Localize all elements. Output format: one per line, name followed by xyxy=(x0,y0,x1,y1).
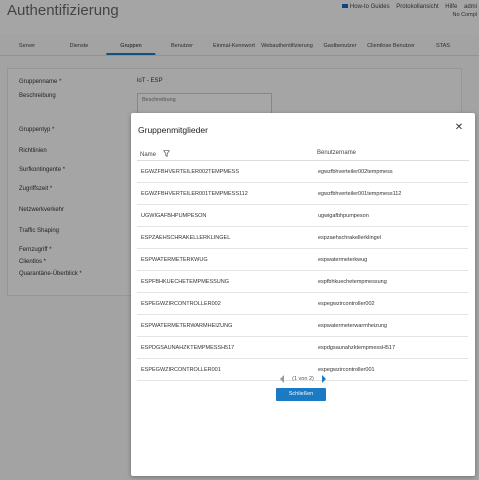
member-username: espwatermeterwarmheizung xyxy=(318,323,388,329)
close-button[interactable]: Schließen xyxy=(276,388,326,401)
member-name: ESPWATERMETERWARMHEIZUNG xyxy=(141,323,233,329)
member-name: ESPZAEHSCHRAKELLERKLINGEL xyxy=(141,235,231,241)
member-username: ugwigafbhpumpeson xyxy=(318,213,369,219)
table-row[interactable]: ESPEGWZIRCONTROLLER002 espegwzircontrolle… xyxy=(137,293,468,315)
column-header-name[interactable]: Name xyxy=(140,150,170,158)
table-row[interactable]: UGWIGAFBHPUMPESON ugwigafbhpumpeson xyxy=(137,205,468,227)
member-username: espegwzircontroller002 xyxy=(318,301,375,307)
table-row[interactable]: ESPFBHKUECHETEMPMESSUNG espfbhkuechetempm… xyxy=(137,271,468,293)
member-username: espdgsaunahzktempmessH517 xyxy=(318,345,396,351)
table-row[interactable]: EGWZFBHVERTEILER001TEMPMESS112 egwzfbhver… xyxy=(137,183,468,205)
table-row[interactable]: ESPWATERMETERKWUG espwatermeterkwug xyxy=(137,249,468,271)
member-name: EGWZFBHVERTEILER002TEMPMESS xyxy=(141,169,240,175)
member-username: egwzfbhverteiler001tempmess112 xyxy=(318,191,402,197)
member-name: ESPFBHKUECHETEMPMESSUNG xyxy=(141,279,230,285)
member-username: egwzfbhverteiler002tempmess xyxy=(318,169,393,175)
group-members-dialog: Gruppenmitglieder ✕ Name Benutzername EG… xyxy=(131,113,475,476)
member-name: ESPDGSAUNAHZKTEMPMESSH517 xyxy=(141,345,235,351)
column-header-username[interactable]: Benutzername xyxy=(317,150,356,156)
member-name: ESPEGWZIRCONTROLLER001 xyxy=(141,367,221,373)
close-icon[interactable]: ✕ xyxy=(453,122,465,134)
member-name: UGWIGAFBHPUMPESON xyxy=(141,213,207,219)
page-indicator: (1 von 2) xyxy=(292,376,314,382)
member-username: espzaehschrakellerklingel xyxy=(318,235,381,241)
column-header-name-label: Name xyxy=(140,152,157,158)
members-table: EGWZFBHVERTEILER002TEMPMESS egwzfbhvertei… xyxy=(137,161,468,381)
previous-page-icon[interactable] xyxy=(278,374,286,384)
member-username: espfbhkuechetempmessung xyxy=(318,279,387,285)
table-row[interactable]: EGWZFBHVERTEILER002TEMPMESS egwzfbhvertei… xyxy=(137,161,468,183)
table-row[interactable]: ESPWATERMETERWARMHEIZUNG espwatermeterwar… xyxy=(137,315,468,337)
table-row[interactable]: ESPZAEHSCHRAKELLERKLINGEL espzaehschrakel… xyxy=(137,227,468,249)
dialog-title: Gruppenmitglieder xyxy=(138,125,208,135)
member-username: espegwzircontroller001 xyxy=(318,367,375,373)
filter-icon[interactable] xyxy=(162,150,170,157)
member-name: ESPWATERMETERKWUG xyxy=(141,257,208,263)
member-name: ESPEGWZIRCONTROLLER002 xyxy=(141,301,221,307)
table-row[interactable]: ESPDGSAUNAHZKTEMPMESSH517 espdgsaunahzkte… xyxy=(137,337,468,359)
pagination: (1 von 2) xyxy=(131,374,475,384)
member-username: espwatermeterkwug xyxy=(318,257,368,263)
member-name: EGWZFBHVERTEILER001TEMPMESS112 xyxy=(141,191,248,197)
next-page-icon[interactable] xyxy=(320,374,328,384)
